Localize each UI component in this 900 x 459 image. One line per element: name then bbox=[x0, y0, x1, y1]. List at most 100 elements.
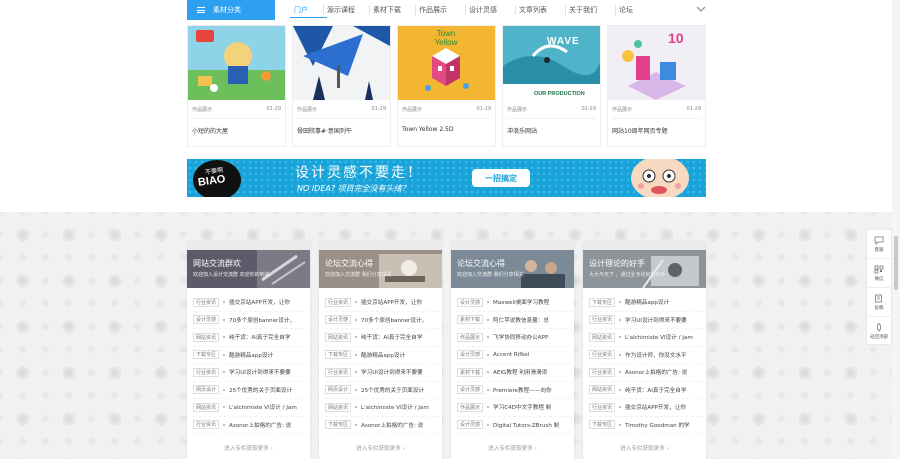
list-item[interactable]: 设计灵感 Premiere教程——向你 bbox=[457, 382, 572, 399]
list-item[interactable]: 网站资讯 纯干货：AI真于完全自学 bbox=[325, 329, 440, 347]
item-tag[interactable]: 行业资讯 bbox=[589, 402, 616, 412]
work-card[interactable]: WAVE OUR PRODUCTION 作品展示 01-29 冲浪乐网站 bbox=[502, 25, 601, 147]
item-title[interactable]: L'alchimiste VI设计 / Jam bbox=[625, 333, 693, 341]
item-title[interactable]: 纯干货：AI真于完全自学 bbox=[625, 386, 686, 394]
item-title[interactable]: 酷游精品app设计 bbox=[361, 351, 405, 359]
list-item[interactable]: 下载专区 Timothy Goodman 的学 bbox=[589, 417, 704, 434]
nav-item-about[interactable]: 关于我们 bbox=[569, 0, 619, 20]
item-tag[interactable]: 作品展示 bbox=[457, 402, 484, 412]
item-tag[interactable]: 下载专区 bbox=[589, 420, 616, 430]
work-title[interactable]: 骨田院事#·意国列午 bbox=[293, 119, 390, 135]
list-item[interactable]: 网站资讯 L'alchimiste VI设计 / Jam bbox=[325, 399, 440, 417]
list-item[interactable]: 下载专区 酷游精品app设计 bbox=[193, 347, 308, 364]
item-title[interactable]: Asonor上拍格的广告: 说 bbox=[625, 368, 687, 376]
item-title[interactable]: L'alchimiste VI设计 / Jam bbox=[361, 403, 429, 411]
side-item-back-to-top[interactable]: 返回顶部 bbox=[867, 317, 891, 346]
item-title[interactable]: 25个优秀的关于页面设计 bbox=[361, 386, 424, 394]
work-category[interactable]: 作品展示 bbox=[402, 106, 422, 113]
item-title[interactable]: 学习C4D中文字教程 制 bbox=[493, 403, 551, 411]
panel-more-link[interactable]: 进入专栏获取更多 › bbox=[451, 444, 574, 452]
banner-cta-button[interactable]: 一招搞定 bbox=[472, 169, 530, 187]
item-tag[interactable]: 下载专区 bbox=[193, 350, 220, 360]
item-tag[interactable]: 行业资讯 bbox=[589, 367, 616, 377]
list-item[interactable]: 网站资讯 纯干货：AI真于完全自学 bbox=[193, 329, 308, 347]
chevron-down-icon[interactable] bbox=[695, 3, 707, 15]
nav-item-articles[interactable]: 文章列表 bbox=[519, 0, 569, 20]
item-tag[interactable]: 行业资讯 bbox=[589, 315, 616, 325]
list-item[interactable]: 行业资讯 学习UI设计到得来不要要 bbox=[193, 364, 308, 382]
scrollbar-thumb[interactable] bbox=[894, 236, 898, 290]
item-tag[interactable]: 网页设计 bbox=[325, 385, 352, 395]
item-tag[interactable]: 网站资讯 bbox=[193, 332, 220, 342]
list-item[interactable]: 网页设计 25个优秀的关于页面设计 bbox=[325, 382, 440, 399]
list-item[interactable]: 设计灵感 70多个原创banner设计， bbox=[193, 312, 308, 329]
item-title[interactable]: Digital Tutors-ZBrush 制 bbox=[493, 421, 559, 429]
nav-item-forum[interactable]: 论坛 bbox=[619, 0, 649, 20]
list-item[interactable]: 网站资讯 L'alchimiste VI设计 / Jam bbox=[589, 329, 704, 347]
panel-hero-image[interactable]: 设计理论的好手 大大与天下 ，通过业专论好的好手 bbox=[583, 250, 706, 288]
list-item[interactable]: 行业资讯 插交京站APP开发，让你 bbox=[325, 294, 440, 312]
item-tag[interactable]: 素材下载 bbox=[457, 315, 484, 325]
work-title[interactable]: 冲浪乐网站 bbox=[503, 119, 600, 135]
item-tag[interactable]: 设计灵感 bbox=[457, 420, 484, 430]
item-title[interactable]: 纯干货：AI真于完全自学 bbox=[229, 333, 290, 341]
work-card[interactable]: Town Yellow 作品展示 01-29 Town Yellow 2.5D bbox=[397, 25, 496, 147]
work-card[interactable]: 作品展示 01-29 小短的的大屋 bbox=[187, 25, 286, 147]
item-tag[interactable]: 下载专区 bbox=[325, 420, 352, 430]
list-item[interactable]: 设计灵感 Digital Tutors-ZBrush 制 bbox=[457, 417, 572, 434]
category-menu-button[interactable]: 素材分类 bbox=[187, 0, 275, 20]
item-tag[interactable]: 设计灵感 bbox=[457, 385, 484, 395]
panel-hero-image[interactable]: 论坛交流心得 欢迎加入交流群 我们分享相关 bbox=[319, 250, 442, 288]
item-tag[interactable]: 行业资讯 bbox=[193, 297, 220, 307]
item-tag[interactable]: 设计灵感 bbox=[457, 350, 484, 360]
nav-item-portal[interactable]: 门户 bbox=[290, 0, 327, 20]
item-tag[interactable]: 素材下载 bbox=[457, 367, 484, 377]
work-category[interactable]: 作品展示 bbox=[612, 106, 632, 113]
list-item[interactable]: 下载专区 酷游精品app设计 bbox=[589, 294, 704, 312]
item-tag[interactable]: 网站资讯 bbox=[193, 402, 220, 412]
item-title[interactable]: Accent Rifkel bbox=[493, 352, 529, 358]
list-item[interactable]: 网站资讯 纯干货：AI真于完全自学 bbox=[589, 382, 704, 399]
item-title[interactable]: 酷游精品app设计 bbox=[625, 298, 669, 306]
item-title[interactable]: 学习UI设计到得来不要要 bbox=[229, 368, 291, 376]
panel-more-link[interactable]: 进入专栏获取更多 › bbox=[583, 444, 706, 452]
item-title[interactable]: 70多个原创banner设计， bbox=[229, 316, 295, 324]
item-title[interactable]: 阿仁苹说教信息量：总 bbox=[493, 316, 549, 324]
nav-item-works[interactable]: 作品展示 bbox=[419, 0, 469, 20]
work-title[interactable]: 网站10周年网页专题 bbox=[608, 119, 705, 135]
nav-item-downloads[interactable]: 素材下载 bbox=[373, 0, 419, 20]
item-tag[interactable]: 设计灵感 bbox=[193, 315, 220, 325]
item-tag[interactable]: 网站资讯 bbox=[325, 402, 352, 412]
item-title[interactable]: 70多个原创banner设计， bbox=[361, 316, 427, 324]
list-item[interactable]: 行业资讯 Asonor上拍格的广告: 说 bbox=[589, 364, 704, 382]
work-title[interactable]: 小短的的大屋 bbox=[188, 119, 285, 135]
list-item[interactable]: 设计灵感 Accent Rifkel bbox=[457, 347, 572, 364]
panel-hero-image[interactable]: 网站交流群欢 欢迎加入设计交流群 欢迎你的到来 bbox=[187, 250, 310, 288]
list-item[interactable]: 设计灵感 Maxwell桌面学习教程 bbox=[457, 294, 572, 312]
item-tag[interactable]: 行业资讯 bbox=[589, 350, 616, 360]
item-tag[interactable]: 行业资讯 bbox=[193, 367, 220, 377]
item-tag[interactable]: 网站资讯 bbox=[589, 332, 616, 342]
page-scrollbar[interactable] bbox=[892, 0, 900, 459]
work-category[interactable]: 作品展示 bbox=[507, 106, 527, 113]
list-item[interactable]: 网站资讯 L'alchimiste VI设计 / Jam bbox=[193, 399, 308, 417]
side-item-submit[interactable]: 投稿 bbox=[867, 288, 891, 317]
work-title[interactable]: Town Yellow 2.5D bbox=[398, 119, 495, 133]
item-tag[interactable]: 网页设计 bbox=[193, 385, 220, 395]
item-tag[interactable]: 行业资讯 bbox=[193, 420, 220, 430]
list-item[interactable]: 行业资讯 学习UI设计到得来不要要 bbox=[589, 312, 704, 329]
item-tag[interactable]: 行业资讯 bbox=[325, 367, 352, 377]
nav-item-inspiration[interactable]: 设计灵感 bbox=[469, 0, 519, 20]
list-item[interactable]: 素材下载 阿仁苹说教信息量：总 bbox=[457, 312, 572, 329]
item-title[interactable]: 插交京站APP开发，让你 bbox=[229, 298, 290, 306]
item-title[interactable]: Asonor上拍格的广告: 说 bbox=[229, 421, 291, 429]
side-item-service[interactable]: 客服 bbox=[867, 230, 891, 259]
side-item-wechat[interactable]: 微信 bbox=[867, 259, 891, 288]
list-item[interactable]: 网页设计 25个优秀的关于页面设计 bbox=[193, 382, 308, 399]
item-tag[interactable]: 下载专区 bbox=[325, 350, 352, 360]
work-category[interactable]: 作品展示 bbox=[192, 106, 212, 113]
item-tag[interactable]: 设计灵感 bbox=[325, 315, 352, 325]
list-item[interactable]: 作品展示 学习C4D中文字教程 制 bbox=[457, 399, 572, 417]
work-card[interactable]: 10 作品展示 01-29 网站10周年网页专题 bbox=[607, 25, 706, 147]
panel-more-link[interactable]: 进入专栏获取更多 › bbox=[187, 444, 310, 452]
